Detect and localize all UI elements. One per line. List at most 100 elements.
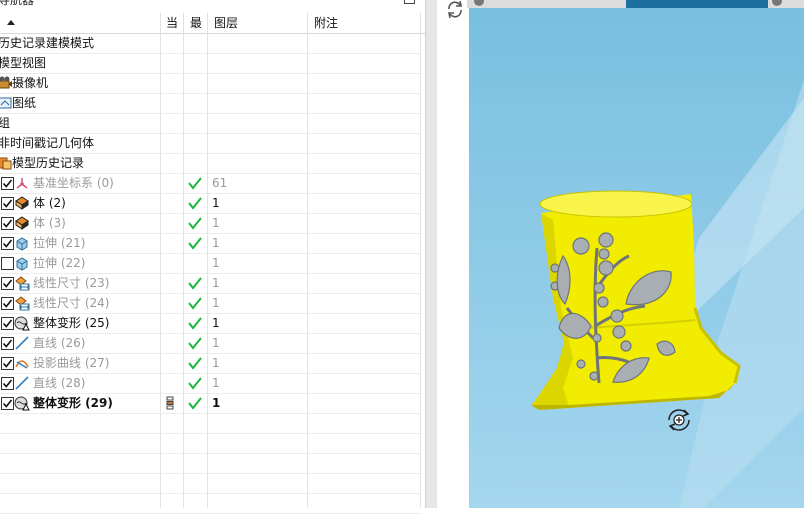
feature-row[interactable]: 拉伸 (22) 1 [0, 253, 421, 274]
tree-node[interactable]: 摄像机 [0, 73, 421, 94]
feature-visibility-checkbox[interactable] [1, 277, 14, 290]
latest-check-icon [187, 235, 203, 254]
feature-visibility-checkbox[interactable] [1, 217, 14, 230]
feature-layer: 1 [212, 316, 220, 330]
feature-label: 拉伸 (21) [33, 236, 86, 250]
body-icon [15, 196, 29, 210]
latest-check-icon [187, 335, 203, 354]
feature-row[interactable]: 线性尺寸 (24) 1 [0, 293, 421, 314]
linear-dimension-icon [15, 296, 30, 311]
latest-check-icon [187, 375, 203, 394]
navigator-header: 当 最 图层 附注 [0, 13, 425, 34]
extrude-icon [16, 257, 28, 271]
part-navigator: 导航器 当 最 图层 附注 历史记录建模模式 模型视图摄像机图纸组非时间戳记几何体… [0, 0, 425, 514]
rotate-cursor-icon [668, 409, 690, 431]
refresh-icon[interactable] [445, 0, 465, 18]
tree-node-label: 图纸 [12, 96, 37, 110]
active-document-tab[interactable] [626, 0, 768, 8]
tree-node[interactable]: 非时间戳记几何体 [0, 133, 421, 154]
model-scene [531, 80, 804, 508]
latest-check-icon [187, 295, 203, 314]
column-layer[interactable]: 图层 [214, 13, 238, 33]
model-tab-icon[interactable] [771, 0, 783, 7]
feature-row[interactable]: 基准坐标系 (0) 61 [0, 173, 421, 194]
feature-layer: 1 [212, 296, 220, 310]
feature-layer: 1 [212, 256, 220, 270]
tree-node[interactable]: 历史记录建模模式 [0, 33, 421, 54]
navigator-title: 导航器 [0, 0, 35, 7]
feature-row[interactable]: 体 (3) 1 [0, 213, 421, 234]
feature-visibility-checkbox[interactable] [1, 317, 14, 330]
navigator-title-bar: 导航器 [0, 0, 425, 7]
column-latest[interactable]: 最 [190, 13, 202, 33]
model-viewport[interactable] [469, 8, 804, 508]
feature-row[interactable]: 拉伸 (21) 1 [0, 233, 421, 254]
feature-row[interactable]: 线性尺寸 (23) 1 [0, 273, 421, 294]
model-tab-icon[interactable] [473, 0, 485, 7]
feature-layer: 1 [212, 376, 220, 390]
linear-dimension-icon [15, 276, 30, 291]
feature-label: 整体变形 (25) [33, 316, 110, 330]
feature-label: 基准坐标系 (0) [33, 176, 114, 190]
feature-row[interactable]: 整体变形 (29) 1 [0, 393, 421, 414]
feature-visibility-checkbox[interactable] [1, 197, 14, 210]
latest-check-icon [187, 275, 203, 294]
feature-layer: 1 [212, 236, 220, 250]
tree-node[interactable]: 图纸 [0, 93, 421, 114]
tree-node[interactable]: 模型视图 [0, 53, 421, 74]
tree-node-label: 模型视图 [0, 56, 47, 70]
empty-row [0, 493, 421, 514]
tree-node[interactable]: 模型历史记录 [0, 153, 421, 174]
feature-layer: 1 [212, 276, 220, 290]
tree-node-label: 历史记录建模模式 [0, 36, 95, 50]
tree-node-label: 组 [0, 116, 11, 130]
feature-row[interactable]: 体 (2) 1 [0, 193, 421, 214]
tree-node-label: 模型历史记录 [12, 156, 85, 170]
latest-check-icon [187, 195, 203, 214]
feature-layer: 61 [212, 176, 228, 190]
feature-visibility-checkbox[interactable] [1, 377, 14, 390]
feature-visibility-checkbox[interactable] [1, 237, 14, 250]
feature-visibility-checkbox[interactable] [1, 257, 14, 270]
latest-check-icon [187, 315, 203, 334]
feature-visibility-checkbox[interactable] [1, 177, 14, 190]
column-current[interactable]: 当 [166, 13, 178, 33]
feature-layer: 1 [212, 216, 220, 230]
feature-visibility-checkbox[interactable] [1, 357, 14, 370]
empty-row [0, 453, 421, 474]
feature-layer: 1 [212, 396, 221, 410]
feature-label: 体 (3) [33, 216, 66, 230]
feature-layer: 1 [212, 336, 220, 350]
feature-row[interactable]: 直线 (26) 1 [0, 333, 421, 354]
feature-visibility-checkbox[interactable] [1, 337, 14, 350]
latest-check-icon [187, 355, 203, 374]
tree-node[interactable]: 组 [0, 113, 421, 134]
feature-layer: 1 [212, 196, 220, 210]
extrude-icon [16, 237, 28, 251]
sort-up-icon[interactable] [6, 12, 16, 32]
feature-label: 线性尺寸 (24) [33, 296, 110, 310]
feature-visibility-checkbox[interactable] [1, 397, 14, 410]
feature-label: 拉伸 (22) [33, 256, 86, 270]
feature-visibility-checkbox[interactable] [1, 297, 14, 310]
datum-csys-icon [16, 178, 28, 189]
latest-check-icon [187, 395, 203, 414]
column-note[interactable]: 附注 [314, 13, 338, 33]
line-icon [15, 336, 29, 350]
empty-row [0, 433, 421, 454]
feature-row[interactable]: 整体变形 (25) 1 [0, 313, 421, 334]
feature-layer: 1 [212, 356, 220, 370]
feature-label: 体 (2) [33, 196, 66, 210]
global-shaping-icon [14, 316, 30, 331]
feature-row[interactable]: 投影曲线 (27) 1 [0, 353, 421, 374]
maximize-button[interactable] [404, 0, 415, 4]
feature-label: 线性尺寸 (23) [33, 276, 110, 290]
empty-row [0, 413, 421, 434]
latest-check-icon [187, 215, 203, 234]
empty-row [0, 473, 421, 494]
feature-row[interactable]: 直线 (28) 1 [0, 373, 421, 394]
feature-label: 投影曲线 (27) [33, 356, 110, 370]
body-icon [15, 216, 29, 230]
latest-check-icon [187, 175, 203, 194]
feature-label: 直线 (26) [33, 336, 86, 350]
